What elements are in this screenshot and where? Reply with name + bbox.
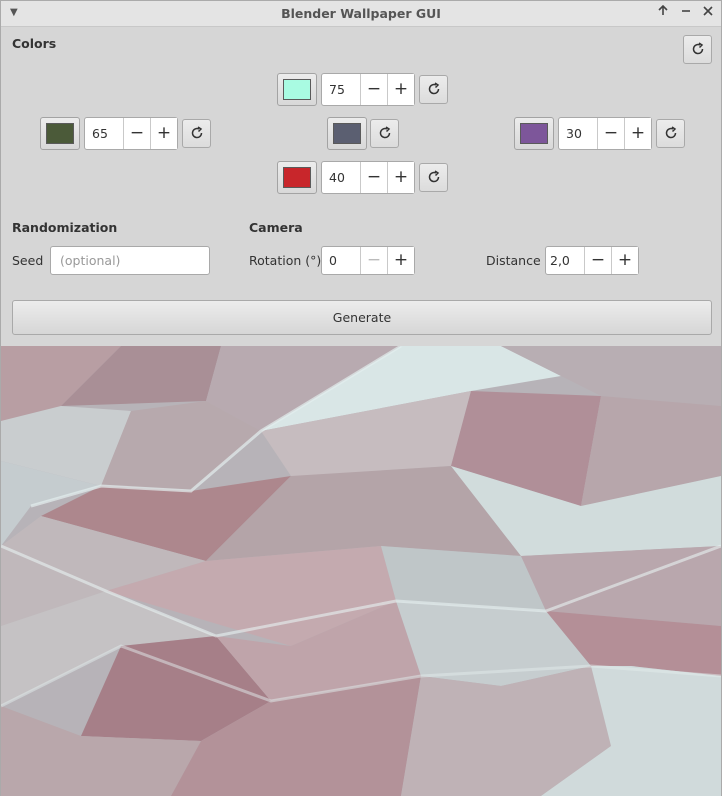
colors-heading: Colors [12,36,57,51]
color-bottom-reset-button[interactable] [419,163,448,192]
decrement-button[interactable]: − [597,118,624,149]
color-left-weight-spinner[interactable]: 65 − + [84,117,178,150]
seed-label: Seed [12,253,44,268]
randomization-heading: Randomization [12,220,118,235]
color-right-weight-spinner[interactable]: 30 − + [558,117,652,150]
refresh-icon [665,126,676,139]
color-right-swatch [520,123,548,144]
color-center-reset-button[interactable] [370,119,399,148]
color-bottom-weight-spinner[interactable]: 40 − + [321,161,415,194]
increment-button[interactable]: + [387,74,414,105]
window-title: Blender Wallpaper GUI [281,6,441,21]
spinner-value: 0 [329,253,337,268]
color-top-reset-button[interactable] [419,75,448,104]
refresh-icon [428,170,439,183]
seed-input[interactable] [51,247,209,274]
refresh-icon [428,82,439,95]
refresh-icon [191,126,202,139]
spinner-value: 40 [329,170,345,185]
seed-field[interactable] [50,246,210,275]
increment-button[interactable]: + [611,247,638,274]
increment-button[interactable]: + [387,247,414,274]
spinner-value: 2,0 [550,253,570,268]
color-right-reset-button[interactable] [656,119,685,148]
decrement-button[interactable]: − [584,247,611,274]
camera-heading: Camera [249,220,303,235]
close-icon[interactable] [699,4,717,22]
increment-button[interactable]: + [387,162,414,193]
decrement-button[interactable]: − [123,118,150,149]
color-bottom-button[interactable] [277,161,317,194]
rotation-spinner[interactable]: 0 − + [321,246,415,275]
refresh-icon [692,42,703,55]
spinner-value: 30 [566,126,582,141]
color-top-swatch [283,79,311,100]
spinner-value: 75 [329,82,345,97]
color-left-reset-button[interactable] [182,119,211,148]
title-bar: ▼ Blender Wallpaper GUI [1,1,721,27]
spinner-value: 65 [92,126,108,141]
rotation-label: Rotation (°) [249,253,322,268]
arrow-up-icon[interactable] [654,4,672,22]
color-top-weight-spinner[interactable]: 75 − + [321,73,415,106]
reset-all-colors-button[interactable] [683,35,712,64]
increment-button[interactable]: + [150,118,177,149]
minimize-icon[interactable] [677,4,695,22]
decrement-button[interactable]: − [360,247,387,274]
color-center-button[interactable] [327,117,367,150]
color-left-button[interactable] [40,117,80,150]
decrement-button[interactable]: − [360,162,387,193]
wallpaper-preview [1,346,721,796]
distance-spinner[interactable]: 2,0 − + [545,246,639,275]
color-bottom-swatch [283,167,311,188]
generate-button[interactable]: Generate [12,300,712,335]
color-right-button[interactable] [514,117,554,150]
increment-button[interactable]: + [624,118,651,149]
decrement-button[interactable]: − [360,74,387,105]
color-left-swatch [46,123,74,144]
app-window: ▼ Blender Wallpaper GUI Colors 75 − + 65… [0,0,722,796]
refresh-icon [379,126,390,139]
distance-label: Distance [486,253,541,268]
color-center-swatch [333,123,361,144]
color-top-button[interactable] [277,73,317,106]
